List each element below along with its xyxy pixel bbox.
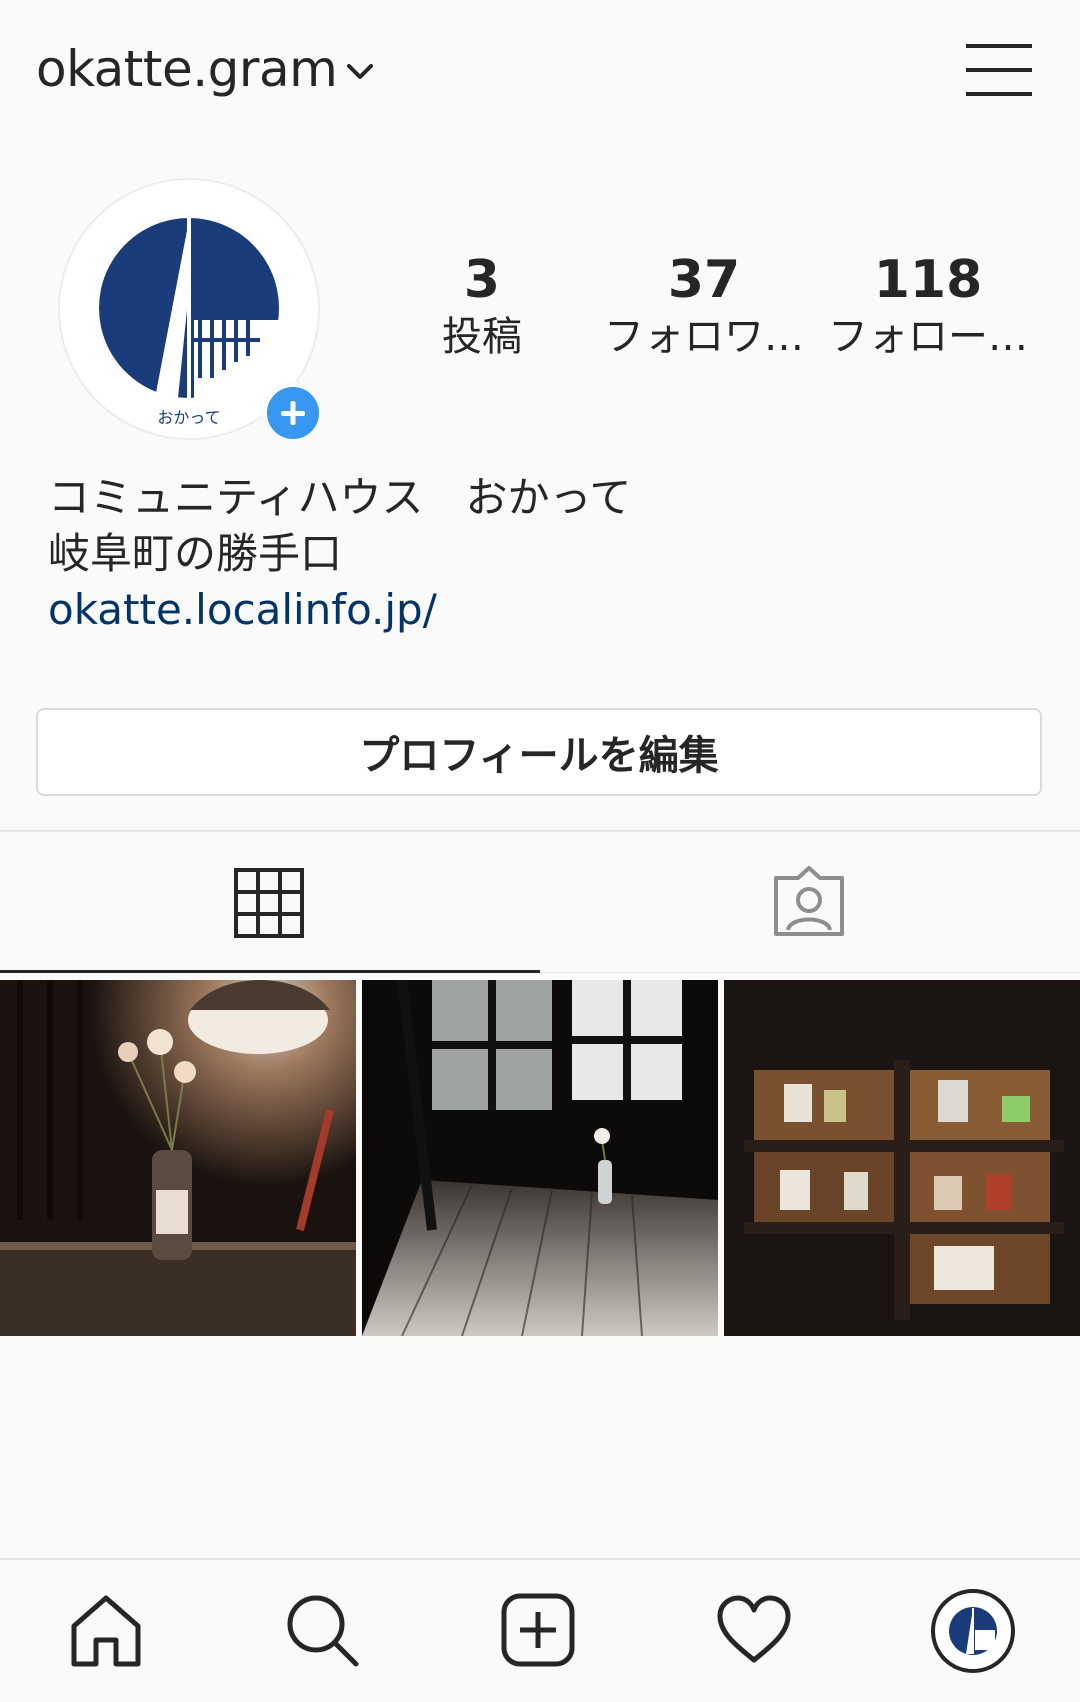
tagged-photos-icon	[774, 866, 844, 936]
top-header: okatte.gram	[0, 0, 1080, 150]
profile-avatar-icon[interactable]	[930, 1588, 1016, 1674]
post-image-bookshelf	[724, 980, 1080, 1336]
posts-count: 3	[463, 250, 501, 310]
tab-underline	[540, 972, 1080, 973]
chevron-down-icon[interactable]	[346, 62, 374, 82]
grid-icon	[234, 868, 304, 938]
stat-posts[interactable]: 3 投稿	[382, 250, 582, 364]
posts-label: 投稿	[442, 314, 522, 360]
edit-profile-button[interactable]: プロフィールを編集	[36, 708, 1042, 796]
stat-following[interactable]: 118 フォロー…	[828, 250, 1028, 364]
username[interactable]: okatte.gram	[36, 40, 338, 98]
hamburger-menu-icon[interactable]	[966, 42, 1032, 98]
post-image-flowers-lamp	[0, 980, 356, 1336]
profile-tagline: 岐阜町の勝手口	[48, 529, 343, 578]
profile-name: コミュニティハウス おかって	[48, 473, 632, 522]
tab-tagged-photos[interactable]	[540, 832, 1080, 972]
stat-followers[interactable]: 37 フォロワ…	[604, 250, 804, 364]
tab-posts-grid[interactable]	[0, 832, 540, 972]
post-image-window-vase	[362, 980, 718, 1336]
active-tab-indicator	[0, 970, 540, 973]
add-story-button[interactable]	[262, 382, 324, 444]
plus-circle-icon	[281, 401, 305, 425]
search-icon[interactable]	[282, 1590, 362, 1670]
followers-count: 37	[667, 250, 741, 310]
heart-icon[interactable]	[714, 1590, 794, 1670]
home-icon[interactable]	[66, 1590, 146, 1670]
post-thumbnail[interactable]	[0, 980, 356, 1336]
post-thumbnail[interactable]	[724, 980, 1080, 1336]
add-post-icon[interactable]	[498, 1590, 578, 1670]
profile-website-link[interactable]: okatte.localinfo.jp/	[48, 582, 631, 638]
following-label: フォロー…	[828, 314, 1028, 360]
profile-bio: コミュニティハウス おかって 岐阜町の勝手口 okatte.localinfo.…	[48, 470, 631, 638]
followers-label: フォロワ…	[604, 314, 804, 360]
following-count: 118	[873, 250, 983, 310]
bottom-navigation	[0, 1558, 1080, 1702]
post-thumbnail[interactable]	[362, 980, 718, 1336]
posts-grid	[0, 980, 1080, 1336]
